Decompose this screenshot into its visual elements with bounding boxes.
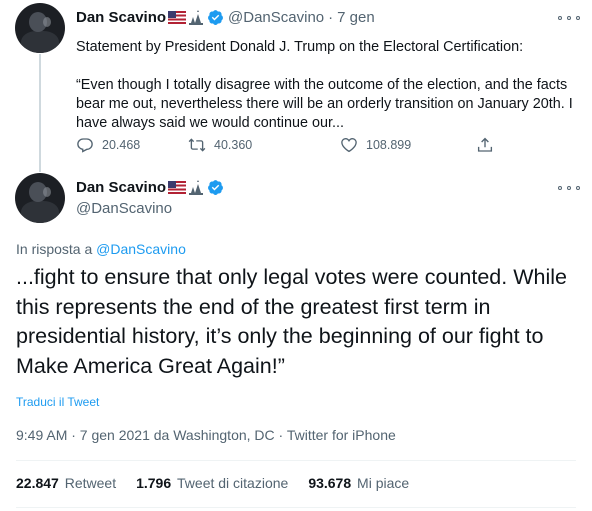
divider <box>16 460 576 461</box>
reply-button[interactable]: 20.468 <box>76 136 188 154</box>
author-handle[interactable]: @DanScavino <box>76 200 172 217</box>
stat-label: Tweet di citazione <box>177 475 289 491</box>
tweet-text-line: Statement by President Donald J. Trump o… <box>76 39 524 55</box>
us-flag-icon <box>168 11 187 24</box>
tweet-text-quote: “Even though I totally disagree with the… <box>76 77 573 131</box>
author-handle[interactable]: @DanScavino <box>228 9 324 26</box>
reply-icon <box>77 138 93 153</box>
more-options-icon[interactable] <box>558 11 580 25</box>
more-options-icon[interactable] <box>558 181 580 195</box>
emblem-icon <box>189 179 204 195</box>
tweet-header: Dan Scavino <box>76 179 224 196</box>
tweet-stats: 22.847 Retweet 1.796 Tweet di citazione … <box>16 475 429 491</box>
divider <box>16 507 576 508</box>
avatar[interactable] <box>15 3 65 53</box>
stat-quotes[interactable]: 1.796 Tweet di citazione <box>136 475 288 491</box>
tweet-actions: 20.468 40.360 108.899 <box>76 136 516 154</box>
avatar[interactable] <box>15 173 65 223</box>
tweet-text: Statement by President Donald J. Trump o… <box>76 38 576 133</box>
translate-link[interactable]: Traduci il Tweet <box>16 395 99 409</box>
stat-count: 93.678 <box>308 475 352 491</box>
retweet-button[interactable]: 40.360 <box>188 136 340 154</box>
tweet-metadata[interactable]: 9:49 AM · 7 gen 2021 da Washington, DC ·… <box>16 427 396 443</box>
stat-label: Mi piace <box>357 475 410 491</box>
reply-context: In risposta a @DanScavino <box>16 241 186 257</box>
tweet-time[interactable]: 7 gen <box>337 9 375 26</box>
stat-retweets[interactable]: 22.847 Retweet <box>16 475 116 491</box>
share-icon <box>477 137 493 152</box>
retweet-count: 40.360 <box>214 138 253 152</box>
emblem-icon <box>189 9 204 25</box>
author-name[interactable]: Dan Scavino <box>76 179 166 196</box>
tweet-text: ...fight to ensure that only legal votes… <box>16 265 567 378</box>
us-flag-icon <box>168 181 187 194</box>
tweet-focused: Dan Scavino @DanScavino In risposta a @D… <box>0 170 592 511</box>
like-icon <box>341 138 357 153</box>
stat-likes[interactable]: 93.678 Mi piace <box>308 475 409 491</box>
like-button[interactable]: 108.899 <box>340 136 476 154</box>
retweet-icon <box>188 138 206 152</box>
author-name[interactable]: Dan Scavino <box>76 9 166 26</box>
separator-dot: · <box>328 9 334 26</box>
handle-row: @DanScavino <box>76 200 172 217</box>
share-button[interactable] <box>476 136 502 154</box>
tweet-header: Dan Scavino @DanScavino · 7 gen <box>76 9 375 26</box>
stat-count: 22.847 <box>16 475 59 491</box>
thread-line <box>39 54 41 172</box>
reply-prefix: In risposta a <box>16 241 93 257</box>
reply-count: 20.468 <box>102 138 141 152</box>
like-count: 108.899 <box>366 138 412 152</box>
verified-badge-icon <box>208 180 223 195</box>
verified-badge-icon <box>208 10 223 25</box>
tweet-parent[interactable]: Dan Scavino @DanScavino · 7 gen Statemen… <box>0 0 592 172</box>
stat-count: 1.796 <box>136 475 172 491</box>
reply-handle-link[interactable]: @DanScavino <box>96 241 186 257</box>
stat-label: Retweet <box>64 475 117 491</box>
